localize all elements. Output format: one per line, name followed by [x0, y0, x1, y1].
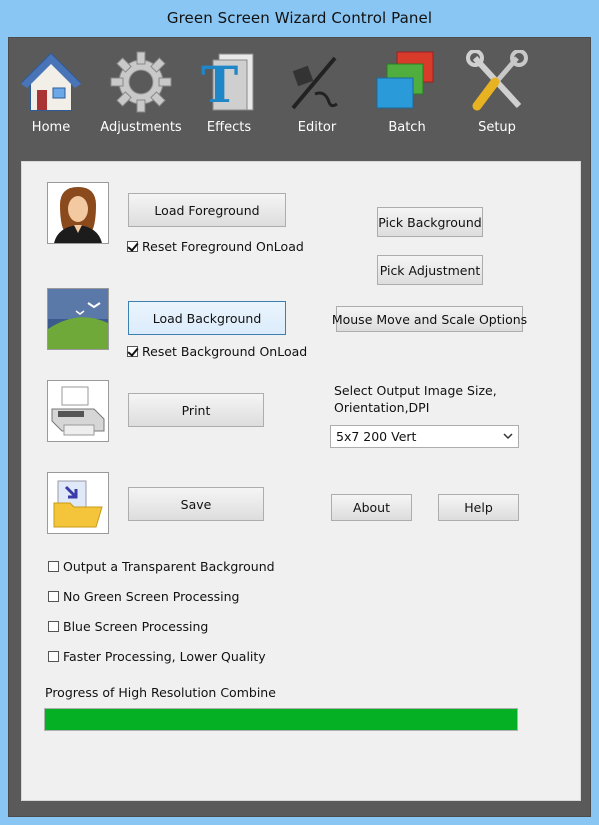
- print-button[interactable]: Print: [128, 393, 264, 427]
- toolbar-home-label: Home: [31, 120, 71, 135]
- toolbar-adjustments[interactable]: Adjustments: [99, 46, 183, 146]
- toolbar-editor[interactable]: Editor: [275, 46, 359, 146]
- transparent-background-label: Output a Transparent Background: [63, 559, 275, 574]
- output-size-value: 5x7 200 Vert: [336, 429, 417, 444]
- toolbar-home[interactable]: Home: [9, 46, 93, 146]
- tools-icon: [466, 50, 528, 111]
- chevron-down-icon: [503, 433, 513, 440]
- reset-foreground-checkbox[interactable]: Reset Foreground OnLoad: [127, 239, 304, 254]
- faster-processing-check[interactable]: [48, 651, 59, 662]
- no-green-screen-checkbox[interactable]: No Green Screen Processing: [48, 589, 240, 604]
- toolbar-editor-label: Editor: [297, 120, 337, 135]
- svg-text:T: T: [201, 55, 238, 114]
- gear-icon: [110, 51, 172, 113]
- save-button[interactable]: Save: [128, 487, 264, 521]
- progress-label: Progress of High Resolution Combine: [45, 685, 276, 700]
- toolbar-effects[interactable]: T Effects: [187, 46, 271, 146]
- pick-background-button[interactable]: Pick Background: [377, 207, 483, 237]
- home-icon: [20, 52, 82, 111]
- printer-icon: [47, 380, 109, 442]
- load-foreground-button[interactable]: Load Foreground: [128, 193, 286, 227]
- reset-background-check[interactable]: [127, 346, 138, 357]
- window-title: Green Screen Wizard Control Panel: [166, 9, 433, 27]
- mouse-move-scale-options-button[interactable]: Mouse Move and Scale Options: [332, 306, 527, 332]
- person-icon: [47, 182, 109, 244]
- blue-screen-checkbox[interactable]: Blue Screen Processing: [48, 619, 208, 634]
- load-background-button[interactable]: Load Background: [128, 301, 286, 335]
- transparent-background-checkbox[interactable]: Output a Transparent Background: [48, 559, 275, 574]
- reset-background-label: Reset Background OnLoad: [142, 344, 308, 359]
- about-button[interactable]: About: [331, 494, 412, 521]
- landscape-icon: [47, 288, 109, 350]
- reset-background-checkbox[interactable]: Reset Background OnLoad: [127, 344, 307, 359]
- pen-icon: [291, 56, 338, 110]
- faster-processing-label: Faster Processing, Lower Quality: [63, 649, 266, 664]
- title-bar[interactable]: Green Screen Wizard Control Panel: [0, 0, 599, 37]
- toolbar-batch[interactable]: Batch: [365, 46, 449, 146]
- transparent-background-check[interactable]: [48, 561, 59, 572]
- pick-adjustment-button[interactable]: Pick Adjustment: [377, 255, 483, 285]
- progress-fill: [45, 709, 517, 730]
- toolbar-setup[interactable]: Setup: [455, 46, 539, 146]
- combine-progress-bar: [44, 708, 518, 731]
- toolbar-batch-label: Batch: [388, 120, 426, 135]
- control-panel: Load Foreground Reset Foreground OnLoad …: [21, 161, 581, 801]
- effects-icon: T: [201, 53, 254, 114]
- faster-processing-checkbox[interactable]: Faster Processing, Lower Quality: [48, 649, 266, 664]
- output-size-dropdown[interactable]: 5x7 200 Vert: [330, 425, 519, 448]
- layers-icon: [376, 51, 434, 109]
- output-size-label-line1: Select Output Image Size,: [334, 383, 497, 398]
- no-green-screen-label: No Green Screen Processing: [63, 589, 240, 604]
- blue-screen-check[interactable]: [48, 621, 59, 632]
- blue-screen-label: Blue Screen Processing: [63, 619, 209, 634]
- toolbar: Home Adjustments T Effects Editor Batch …: [9, 38, 590, 150]
- toolbar-setup-label: Setup: [478, 120, 516, 135]
- reset-foreground-check[interactable]: [127, 241, 138, 252]
- no-green-screen-check[interactable]: [48, 591, 59, 602]
- help-button[interactable]: Help: [438, 494, 519, 521]
- output-size-label-line2: Orientation,DPI: [334, 400, 430, 415]
- reset-foreground-label: Reset Foreground OnLoad: [142, 239, 304, 254]
- folder-icon: [47, 472, 109, 534]
